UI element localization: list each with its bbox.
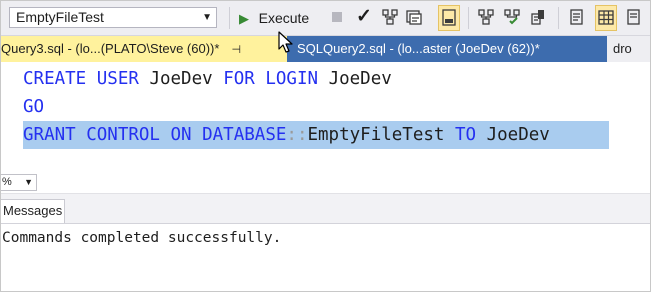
database-value: EmptyFileTest bbox=[16, 9, 104, 25]
results-pane-icon bbox=[442, 9, 456, 26]
code-line-3: GRANT CONTROL ON DATABASE::EmptyFileTest… bbox=[23, 122, 550, 148]
chevron-down-icon: ▼ bbox=[202, 12, 212, 23]
estimated-plan-icon[interactable] bbox=[477, 8, 495, 26]
toolbar-separator bbox=[558, 7, 559, 29]
identifier: JoeDev bbox=[318, 69, 392, 89]
messages-pane[interactable]: Commands completed successfully. bbox=[1, 224, 650, 291]
chevron-down-icon: ▼ bbox=[24, 177, 33, 187]
code-line-1: CREATE USER JoeDev FOR LOGIN JoeDev bbox=[23, 66, 392, 92]
document-tab-strip: Query3.sql - (lo...(PLATO\Steve (60))* ⊣ … bbox=[1, 36, 650, 62]
live-stats-icon[interactable] bbox=[503, 8, 521, 26]
tab-label: Messages bbox=[3, 203, 63, 218]
toolbar-separator bbox=[468, 7, 469, 29]
scope-separator: :: bbox=[286, 125, 308, 145]
code-line-2: GO bbox=[23, 94, 44, 120]
results-to-grid-toggle[interactable] bbox=[438, 5, 460, 31]
keyword: CREATE USER bbox=[23, 69, 139, 89]
tab-label: SQLQuery2.sql - (lo...aster (JoeDev (62)… bbox=[297, 41, 540, 56]
results-tab-strip: Messages bbox=[1, 194, 650, 224]
query-editor[interactable]: CREATE USER JoeDev FOR LOGIN JoeDev GO G… bbox=[1, 62, 650, 171]
identifier: JoeDev bbox=[476, 125, 550, 145]
results-to-text-icon[interactable] bbox=[568, 8, 586, 26]
query-plan-icon[interactable] bbox=[381, 8, 399, 26]
tab-label: Query3.sql - (lo...(PLATO\Steve (60))* bbox=[1, 41, 220, 56]
zoom-dropdown[interactable]: % ▼ bbox=[1, 174, 37, 191]
keyword: TO bbox=[455, 125, 477, 145]
parse-check-icon[interactable]: ✓ bbox=[356, 5, 372, 28]
tab-sqlquery2[interactable]: SQLQuery2.sql - (lo...aster (JoeDev (62)… bbox=[287, 36, 607, 62]
ssms-window: EmptyFileTest ▼ ▶ Execute ✓ Query3.sql -… bbox=[0, 0, 651, 292]
pin-icon[interactable]: ⊣ bbox=[231, 44, 241, 56]
identifier: EmptyFileTest bbox=[307, 125, 455, 145]
stop-icon[interactable] bbox=[332, 12, 342, 22]
tab-label: dro bbox=[613, 41, 632, 56]
play-icon: ▶ bbox=[239, 11, 249, 26]
zoom-value: % bbox=[2, 176, 12, 188]
results-to-file-icon[interactable] bbox=[625, 8, 643, 26]
query-options-icon[interactable] bbox=[405, 8, 423, 26]
toolbar: EmptyFileTest ▼ ▶ Execute ✓ bbox=[1, 1, 650, 36]
keyword: GRANT CONTROL ON DATABASE bbox=[23, 125, 287, 145]
keyword: FOR LOGIN bbox=[223, 69, 319, 89]
toolbar-separator bbox=[229, 7, 230, 29]
execute-label: Execute bbox=[258, 10, 310, 26]
editor-status-row: % ▼ bbox=[1, 173, 650, 194]
results-grid-toggle[interactable] bbox=[595, 5, 617, 31]
keyword: GO bbox=[23, 97, 45, 117]
message-output: Commands completed successfully. bbox=[2, 230, 282, 246]
execute-button[interactable]: ▶ Execute bbox=[239, 8, 309, 28]
tab-overflow[interactable]: dro bbox=[613, 36, 632, 62]
tab-query3[interactable]: Query3.sql - (lo...(PLATO\Steve (60))* ⊣ bbox=[1, 36, 287, 62]
mouse-cursor-icon bbox=[278, 31, 293, 53]
identifier: JoeDev bbox=[138, 69, 224, 89]
grid-icon bbox=[598, 10, 614, 25]
client-stats-icon[interactable] bbox=[529, 8, 547, 26]
tab-messages[interactable]: Messages bbox=[1, 199, 65, 223]
database-dropdown[interactable]: EmptyFileTest ▼ bbox=[9, 7, 217, 28]
